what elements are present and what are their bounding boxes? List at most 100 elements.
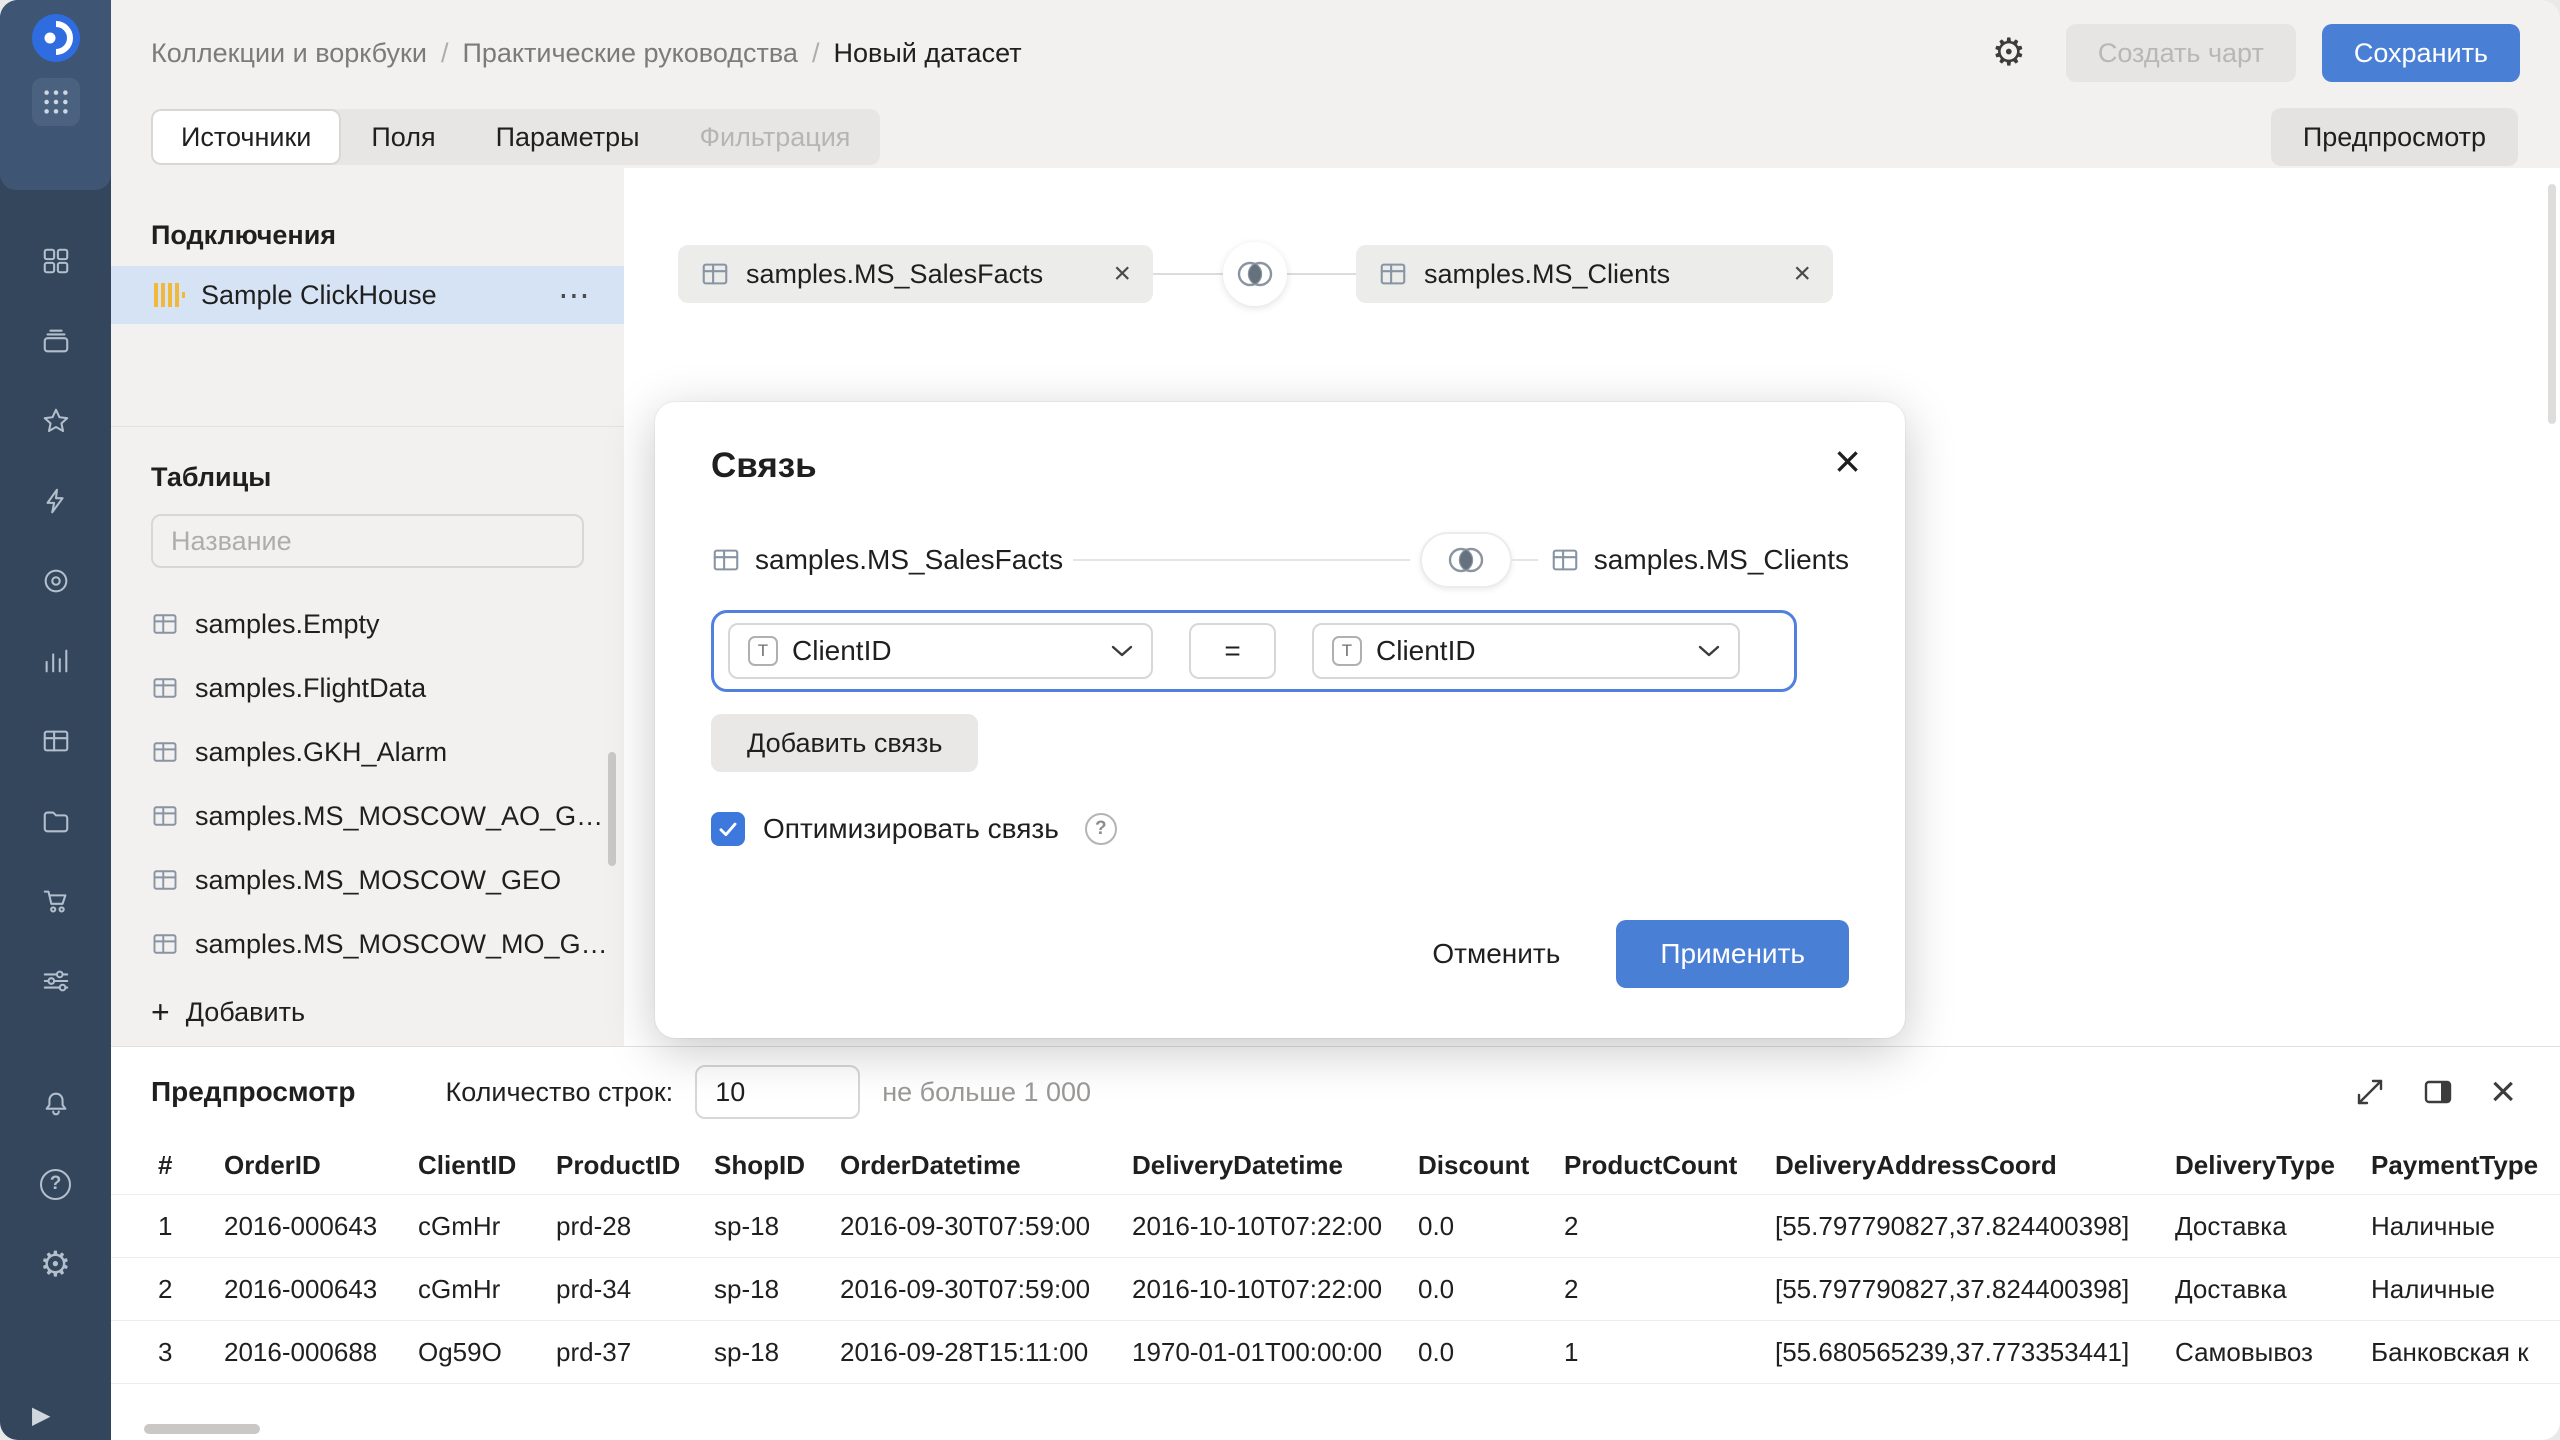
connection-item-sample-clickhouse[interactable]: Sample ClickHouse ⋯ bbox=[111, 266, 624, 324]
preview-table: #OrderIDClientIDProductIDShopIDOrderDate… bbox=[111, 1137, 2560, 1384]
table-list-item[interactable]: samples.GKH_Alarm bbox=[111, 720, 624, 784]
table-list-item[interactable]: samples.MS_MOSCOW_GEO bbox=[111, 848, 624, 912]
tab-filtering: Фильтрация bbox=[670, 109, 881, 165]
preview-column-header: Discount bbox=[1418, 1150, 1564, 1181]
preview-cell: Наличные bbox=[2371, 1211, 2560, 1242]
table-chip-clients[interactable]: samples.MS_Clients × bbox=[1356, 245, 1833, 303]
chart-bars-icon[interactable] bbox=[38, 643, 74, 679]
close-icon[interactable]: × bbox=[1113, 259, 1131, 289]
settings-gear-icon[interactable]: ⚙ bbox=[38, 1246, 74, 1282]
target-icon[interactable] bbox=[38, 563, 74, 599]
tab-sources[interactable]: Источники bbox=[151, 109, 341, 165]
connection-name: Sample ClickHouse bbox=[201, 280, 558, 311]
chevron-down-icon bbox=[1111, 645, 1133, 657]
help-icon[interactable]: ? bbox=[38, 1166, 74, 1202]
join-type-icon[interactable] bbox=[1420, 532, 1512, 588]
rail-nav bbox=[0, 243, 111, 999]
right-field-value: ClientID bbox=[1376, 635, 1476, 667]
folder-icon[interactable] bbox=[38, 803, 74, 839]
horizontal-scrollbar[interactable] bbox=[144, 1424, 260, 1434]
tab-fields[interactable]: Поля bbox=[341, 109, 465, 165]
preview-column-header: DeliveryAddressCoord bbox=[1775, 1150, 2175, 1181]
dataset-settings-gear-icon[interactable]: ⚙ bbox=[1992, 34, 2026, 72]
star-icon[interactable] bbox=[38, 403, 74, 439]
table-icon bbox=[151, 802, 179, 830]
preview-cell: sp-18 bbox=[714, 1274, 840, 1305]
preview-cell: sp-18 bbox=[714, 1211, 840, 1242]
preview-cell: cGmHr bbox=[418, 1274, 556, 1305]
modal-left-table: samples.MS_SalesFacts bbox=[711, 544, 1063, 576]
field-type-icon: T bbox=[1332, 636, 1362, 666]
preview-cell: [55.797790827,37.824400398] bbox=[1775, 1211, 2175, 1242]
preview-cell: Наличные bbox=[2371, 1274, 2560, 1305]
add-table-button[interactable]: + Добавить bbox=[151, 996, 305, 1028]
bell-icon[interactable] bbox=[38, 1086, 74, 1122]
modal-left-table-label: samples.MS_SalesFacts bbox=[755, 544, 1063, 576]
preview-title: Предпросмотр bbox=[151, 1076, 355, 1108]
topbar: Коллекции и воркбуки / Практические руко… bbox=[111, 0, 2560, 106]
preview-cell: 2016-09-30T07:59:00 bbox=[840, 1211, 1132, 1242]
preview-header: Предпросмотр Количество строк: не больше… bbox=[111, 1047, 2560, 1137]
preview-toggle-button[interactable]: Предпросмотр bbox=[2271, 108, 2518, 166]
operator-select[interactable]: = bbox=[1189, 623, 1276, 679]
table-item-label: samples.GKH_Alarm bbox=[195, 737, 447, 768]
table-icon bbox=[151, 866, 179, 894]
relation-condition-row: T ClientID = T ClientID bbox=[711, 610, 1797, 692]
left-rail: ? ⚙ ▶ bbox=[0, 0, 111, 1440]
breadcrumb-separator: / bbox=[812, 38, 820, 69]
table-icon bbox=[151, 610, 179, 638]
plus-icon: + bbox=[151, 996, 170, 1028]
collapse-play-icon[interactable]: ▶ bbox=[32, 1401, 50, 1430]
expand-icon[interactable] bbox=[2354, 1076, 2386, 1108]
table-list-item[interactable]: samples.FlightData bbox=[111, 656, 624, 720]
optimize-checkbox[interactable] bbox=[711, 812, 745, 846]
side-panel-icon[interactable] bbox=[2422, 1076, 2454, 1108]
canvas-scrollbar[interactable] bbox=[2548, 184, 2556, 424]
connection-menu-icon[interactable]: ⋯ bbox=[558, 279, 590, 311]
cart-icon[interactable] bbox=[38, 883, 74, 919]
bolt-icon[interactable] bbox=[38, 483, 74, 519]
relation-modal: Связь × samples.MS_SalesFacts samples.MS… bbox=[655, 402, 1905, 1038]
collections-icon[interactable] bbox=[38, 323, 74, 359]
preview-cell: 1970-01-01T00:00:00 bbox=[1132, 1337, 1418, 1368]
preview-cell: Банковская к bbox=[2371, 1337, 2560, 1368]
help-icon[interactable]: ? bbox=[1085, 813, 1117, 845]
tables-list: samples.Empty samples.FlightData samples… bbox=[111, 592, 624, 976]
table-chip-salesfacts[interactable]: samples.MS_SalesFacts × bbox=[678, 245, 1153, 303]
panel-scrollbar[interactable] bbox=[608, 752, 616, 866]
cancel-button[interactable]: Отменить bbox=[1406, 920, 1586, 988]
tables-search-input[interactable] bbox=[151, 514, 584, 568]
join-type-icon[interactable] bbox=[1223, 242, 1287, 306]
table-list-item[interactable]: samples.MS_MOSCOW_MO_G… bbox=[111, 912, 624, 976]
preview-cell: sp-18 bbox=[714, 1337, 840, 1368]
add-link-button[interactable]: Добавить связь bbox=[711, 714, 978, 772]
connections-title: Подключения bbox=[151, 220, 336, 251]
preview-cell: prd-34 bbox=[556, 1274, 714, 1305]
widgets-icon[interactable] bbox=[38, 243, 74, 279]
preview-column-header: ProductCount bbox=[1564, 1150, 1775, 1181]
table-list-item[interactable]: samples.MS_MOSCOW_AO_G… bbox=[111, 784, 624, 848]
breadcrumb-workbook[interactable]: Практические руководства bbox=[462, 38, 797, 69]
preview-row: 22016-000643cGmHrprd-34sp-182016-09-30T0… bbox=[111, 1258, 2560, 1321]
table-item-label: samples.MS_MOSCOW_GEO bbox=[195, 865, 561, 896]
right-field-select[interactable]: T ClientID bbox=[1312, 623, 1740, 679]
breadcrumb-collections[interactable]: Коллекции и воркбуки bbox=[151, 38, 427, 69]
rows-count-input[interactable] bbox=[695, 1065, 860, 1119]
table-grid-icon[interactable] bbox=[38, 723, 74, 759]
close-icon[interactable]: × bbox=[1793, 259, 1811, 289]
close-preview-icon[interactable]: × bbox=[2490, 1074, 2516, 1109]
table-icon bbox=[711, 545, 741, 575]
optimize-label: Оптимизировать связь bbox=[763, 813, 1059, 845]
save-button[interactable]: Сохранить bbox=[2322, 24, 2520, 82]
preview-cell: prd-37 bbox=[556, 1337, 714, 1368]
left-field-select[interactable]: T ClientID bbox=[728, 623, 1153, 679]
apply-button[interactable]: Применить bbox=[1616, 920, 1849, 988]
modal-connector-line bbox=[1512, 559, 1538, 561]
table-list-item[interactable]: samples.Empty bbox=[111, 592, 624, 656]
apps-grid-icon[interactable] bbox=[32, 78, 80, 126]
preview-actions: × bbox=[2354, 1074, 2516, 1109]
close-icon[interactable]: × bbox=[1834, 438, 1861, 484]
sliders-icon[interactable] bbox=[38, 963, 74, 999]
datalens-logo[interactable] bbox=[30, 12, 82, 64]
tab-parameters[interactable]: Параметры bbox=[466, 109, 670, 165]
